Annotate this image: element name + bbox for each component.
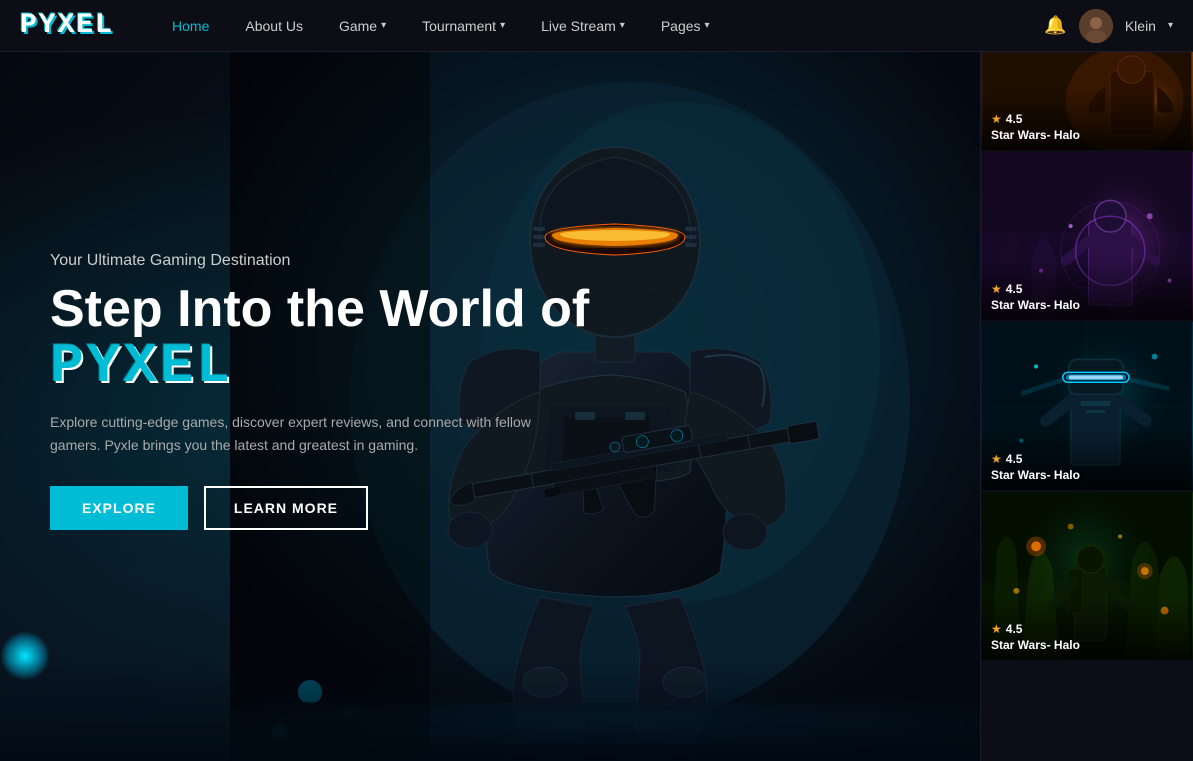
nav-item-about[interactable]: About Us [227, 0, 321, 52]
card-rating-3: ★ 4.5 [991, 452, 1080, 466]
card-info-2: ★ 4.5 Star Wars- Halo [991, 282, 1080, 312]
star-icon: ★ [991, 622, 1002, 636]
card-title-3: Star Wars- Halo [991, 468, 1080, 482]
nav-item-pages[interactable]: Pages ▾ [643, 0, 728, 52]
game-sidebar: ★ 4.5 Star Wars- Halo [980, 52, 1193, 761]
game-card-2[interactable]: ★ 4.5 Star Wars- Halo [981, 152, 1193, 322]
card-rating-4: ★ 4.5 [991, 622, 1080, 636]
learn-more-button[interactable]: Learn More [204, 486, 368, 530]
nav-item-livestream[interactable]: Live Stream ▾ [523, 0, 643, 52]
brand-logo[interactable]: PYXEL [20, 10, 114, 41]
hero-brand-name: PYXEL [50, 337, 589, 396]
hero-content: Your Ultimate Gaming Destination Step In… [50, 252, 589, 530]
star-icon: ★ [991, 112, 1002, 126]
card-title-2: Star Wars- Halo [991, 298, 1080, 312]
hero-description: Explore cutting-edge games, discover exp… [50, 411, 570, 456]
game-card-4[interactable]: ★ 4.5 Star Wars- Halo [981, 492, 1193, 662]
notification-bell-icon[interactable]: 🔔 [1044, 15, 1066, 36]
explore-button[interactable]: Explore [50, 486, 188, 530]
game-card-1[interactable]: ★ 4.5 Star Wars- Halo [981, 52, 1193, 152]
hero-subtitle: Your Ultimate Gaming Destination [50, 252, 589, 270]
card-info-4: ★ 4.5 Star Wars- Halo [991, 622, 1080, 652]
chevron-down-icon: ▾ [705, 20, 710, 31]
card-info-3: ★ 4.5 Star Wars- Halo [991, 452, 1080, 482]
card-rating-value-4: 4.5 [1006, 622, 1023, 636]
chevron-down-icon: ▾ [620, 20, 625, 31]
star-icon: ★ [991, 452, 1002, 466]
nav-item-game[interactable]: Game ▾ [321, 0, 404, 52]
card-info-1: ★ 4.5 Star Wars- Halo [991, 112, 1080, 142]
navbar: PYXEL Home About Us Game ▾ Tournament ▾ … [0, 0, 1193, 52]
nav-item-home[interactable]: Home [154, 0, 227, 52]
card-rating-2: ★ 4.5 [991, 282, 1080, 296]
card-rating-value-2: 4.5 [1006, 282, 1023, 296]
user-menu-chevron-icon[interactable]: ▾ [1168, 20, 1173, 31]
game-card-3[interactable]: ★ 4.5 Star Wars- Halo [981, 322, 1193, 492]
chevron-down-icon: ▾ [381, 20, 386, 31]
hero-buttons: Explore Learn More [50, 486, 589, 530]
hero-section: Your Ultimate Gaming Destination Step In… [0, 52, 980, 761]
ground-glow [0, 661, 980, 761]
card-rating-value-3: 4.5 [1006, 452, 1023, 466]
nav-links: Home About Us Game ▾ Tournament ▾ Live S… [154, 0, 1044, 52]
nav-right: 🔔 Klein ▾ [1044, 9, 1173, 43]
chevron-down-icon: ▾ [500, 20, 505, 31]
card-rating-value-1: 4.5 [1006, 112, 1023, 126]
nav-item-tournament[interactable]: Tournament ▾ [404, 0, 523, 52]
hero-title: Step Into the World of PYXEL [50, 282, 589, 395]
avatar[interactable] [1079, 9, 1113, 43]
card-rating-1: ★ 4.5 [991, 112, 1080, 126]
card-title-1: Star Wars- Halo [991, 128, 1080, 142]
star-icon: ★ [991, 282, 1002, 296]
user-name[interactable]: Klein [1125, 18, 1156, 34]
card-title-4: Star Wars- Halo [991, 638, 1080, 652]
